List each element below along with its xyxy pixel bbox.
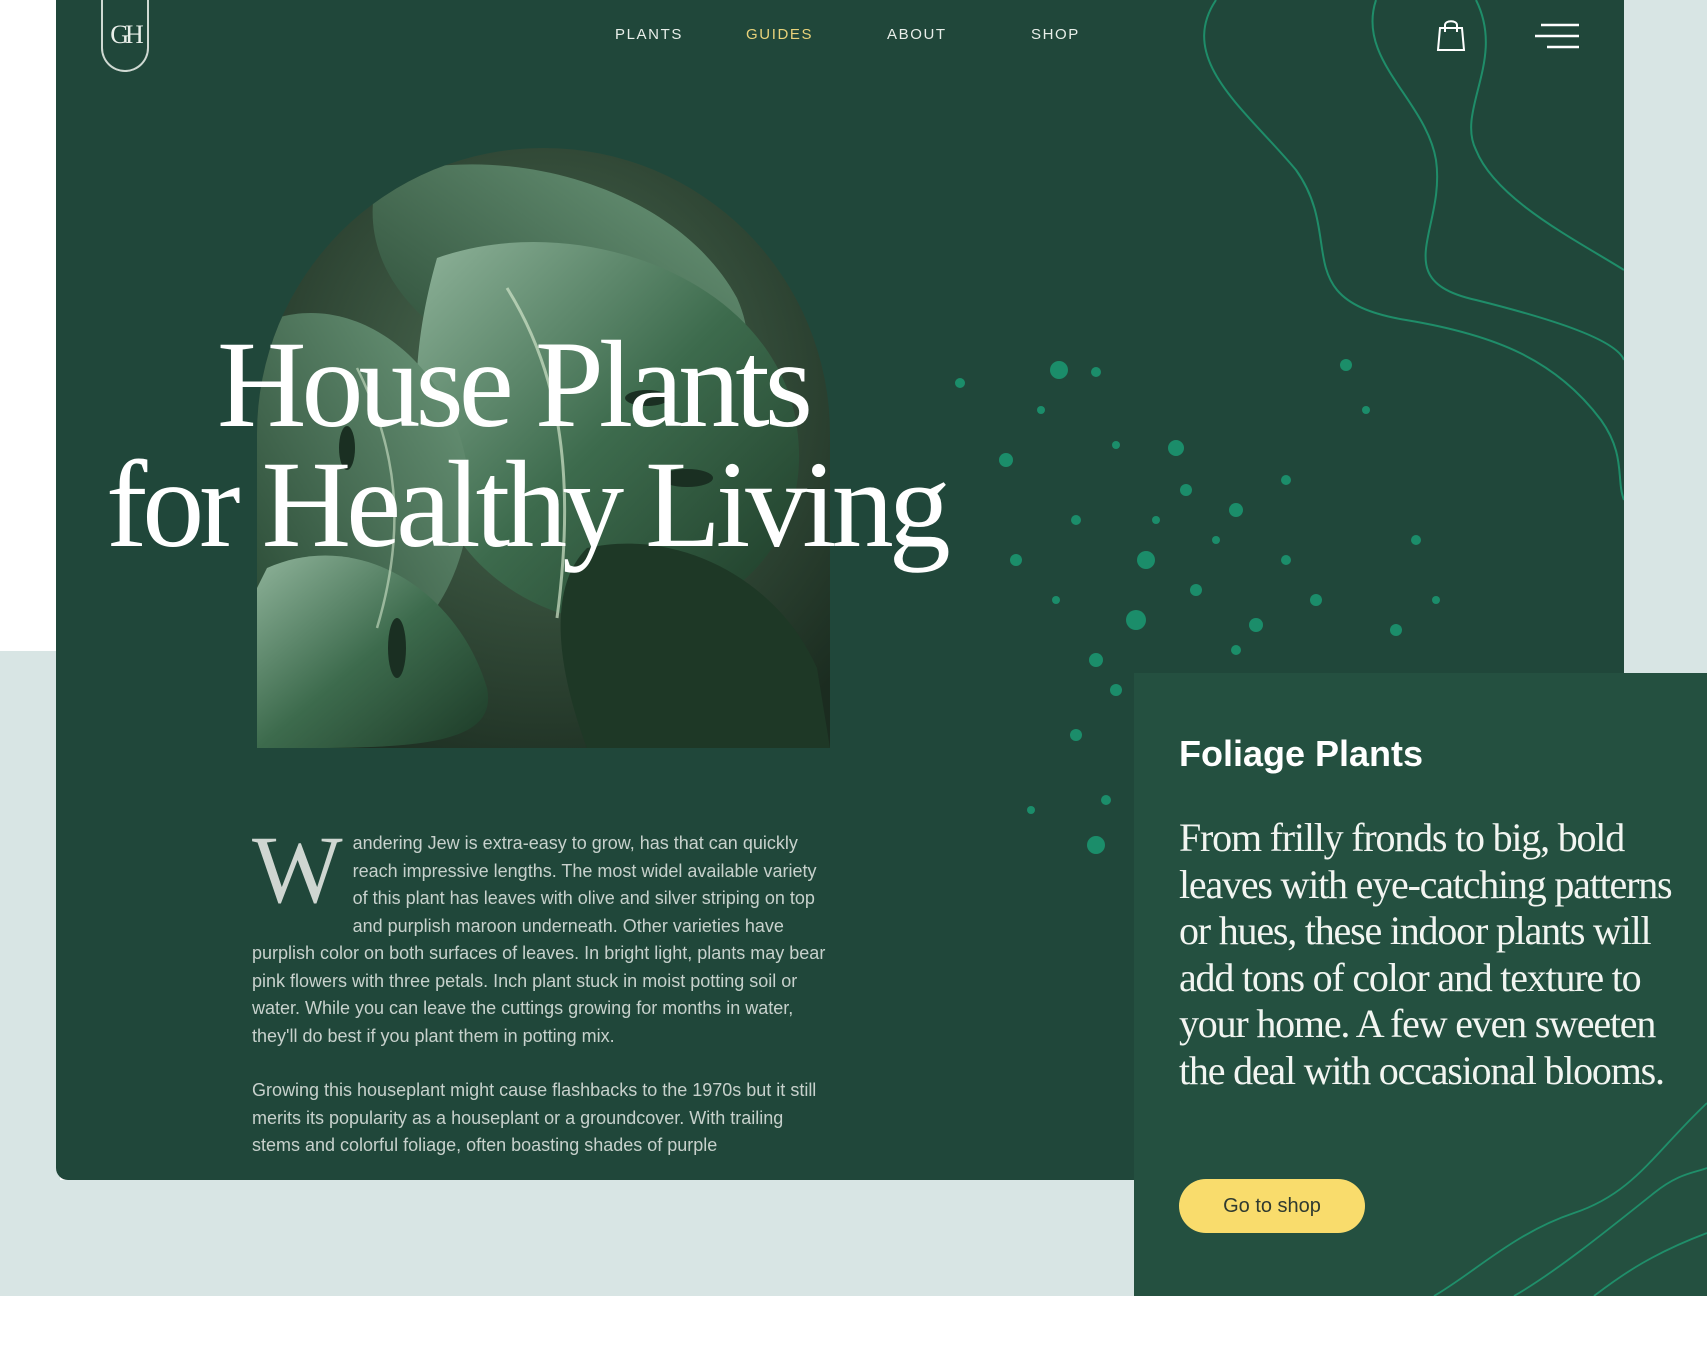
- article-body: Wandering Jew is extra-easy to grow, has…: [252, 830, 832, 1180]
- hero-title-line-1: House Plants: [217, 316, 813, 453]
- hero-title-line-2: for Healthy Living: [106, 436, 951, 573]
- hamburger-menu-icon[interactable]: [1535, 22, 1581, 52]
- nav-item-guides[interactable]: GUIDES: [746, 26, 813, 43]
- drop-cap: W: [252, 830, 343, 923]
- go-to-shop-button[interactable]: Go to shop: [1179, 1179, 1365, 1233]
- nav-item-shop[interactable]: SHOP: [1031, 26, 1080, 43]
- card-description: From frilly fronds to big, bold leaves w…: [1179, 815, 1673, 1093]
- article-paragraph-2: Growing this houseplant might cause flas…: [252, 1080, 817, 1155]
- hero-title: House Plants for Healthy Living: [106, 316, 951, 573]
- shopping-bag-icon[interactable]: [1436, 18, 1466, 52]
- article-paragraph-1: Wandering Jew is extra-easy to grow, has…: [252, 830, 832, 1050]
- card-heading: Foliage Plants: [1179, 733, 1424, 774]
- main-navigation: PLANTS GUIDES ABOUT SHOP: [56, 26, 1624, 46]
- nav-item-about[interactable]: ABOUT: [887, 26, 947, 43]
- nav-item-plants[interactable]: PLANTS: [615, 26, 683, 43]
- foliage-plants-card: Foliage Plants From frilly fronds to big…: [1134, 673, 1707, 1296]
